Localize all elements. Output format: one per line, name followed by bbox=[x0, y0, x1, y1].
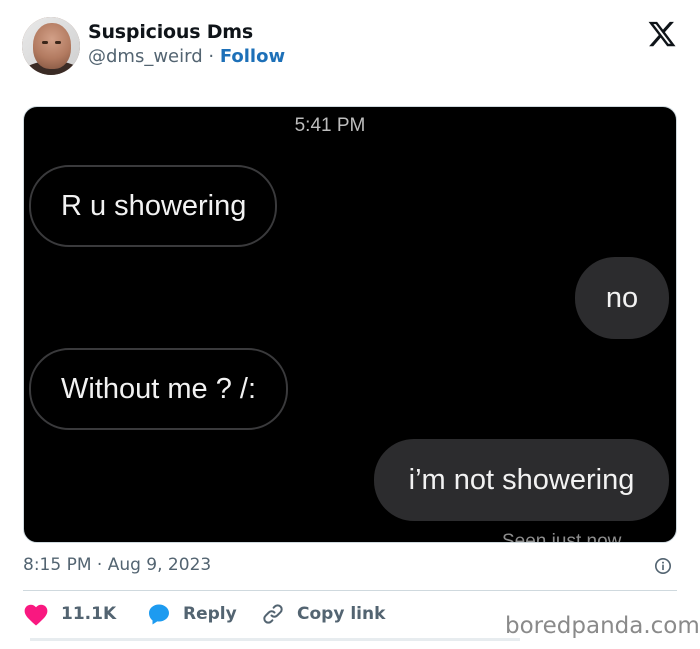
message-bubble-incoming: Without me ? /: bbox=[29, 348, 288, 430]
message-text: i’m not showering bbox=[408, 463, 635, 496]
link-icon bbox=[263, 604, 283, 624]
post-timestamp[interactable]: 8:15 PM · Aug 9, 2023 bbox=[23, 555, 211, 575]
message-bubble-incoming: R u showering bbox=[29, 165, 277, 247]
tweet-embed-card: Suspicious Dms @dms_weird · Follow 5:41 … bbox=[0, 0, 700, 649]
message-text: R u showering bbox=[61, 189, 247, 222]
message-text: no bbox=[605, 281, 639, 314]
heart-icon bbox=[24, 604, 48, 626]
display-name[interactable]: Suspicious Dms bbox=[88, 21, 253, 43]
watermark: boredpanda.com bbox=[505, 613, 700, 639]
avatar-eye bbox=[55, 41, 61, 44]
like-count: 11.1K bbox=[61, 604, 117, 624]
message-timestamp: 5:41 PM bbox=[294, 115, 366, 136]
follow-link[interactable]: Follow bbox=[220, 46, 285, 67]
copy-link-button[interactable]: Copy link bbox=[261, 600, 385, 628]
reply-label: Reply bbox=[183, 604, 237, 624]
reply-button[interactable]: Reply bbox=[147, 600, 237, 628]
avatar-face bbox=[33, 23, 71, 69]
media-image[interactable]: 5:41 PM R u showering no Without me ? /:… bbox=[23, 106, 677, 543]
reply-bubble-icon bbox=[149, 604, 169, 625]
divider bbox=[23, 590, 677, 591]
seen-status: Seen just now bbox=[502, 531, 622, 543]
message-bubble-outgoing: i’m not showering bbox=[374, 439, 669, 521]
message-bubble-outgoing: no bbox=[575, 257, 669, 339]
message-text: Without me ? /: bbox=[61, 372, 257, 405]
divider bbox=[30, 638, 520, 641]
handle-line: @dms_weird · Follow bbox=[88, 46, 285, 67]
info-icon[interactable] bbox=[654, 557, 672, 575]
avatar[interactable] bbox=[22, 17, 80, 75]
separator: · bbox=[202, 46, 220, 67]
x-logo-icon[interactable] bbox=[647, 19, 677, 49]
avatar-eye bbox=[42, 41, 48, 44]
copy-link-label: Copy link bbox=[297, 604, 386, 624]
like-button[interactable]: 11.1K bbox=[23, 600, 116, 628]
handle[interactable]: @dms_weird bbox=[88, 46, 203, 67]
